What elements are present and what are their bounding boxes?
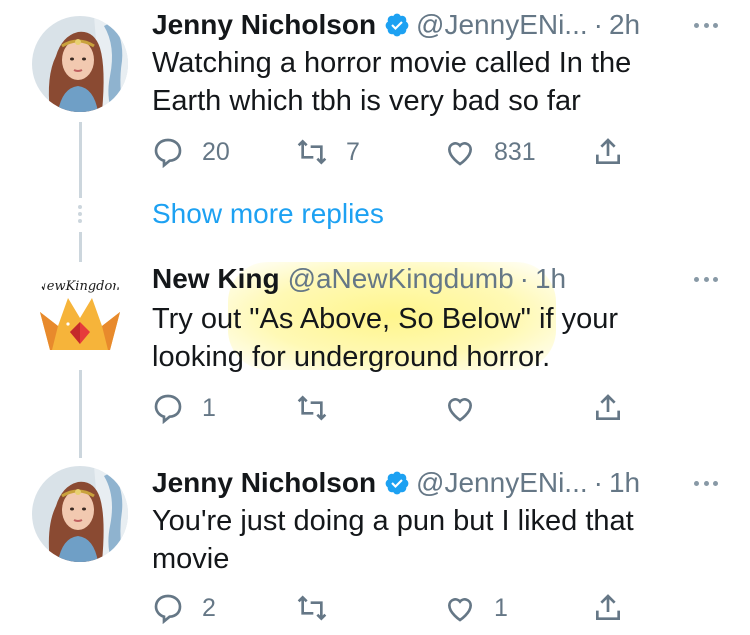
reply-count: 1 — [202, 393, 216, 422]
heart-icon — [447, 142, 473, 166]
retweet-button[interactable]: 7 — [296, 134, 360, 170]
separator: · — [593, 467, 603, 498]
separator: · — [593, 9, 603, 40]
tweet-text-line: You're just doing a pun but I liked that — [152, 505, 634, 537]
more-icon[interactable] — [694, 466, 718, 500]
reply-icon — [154, 594, 182, 624]
share-icon — [596, 138, 620, 164]
avatar[interactable] — [32, 16, 128, 112]
handle[interactable]: @aNewKingdumb — [288, 262, 514, 296]
like-button[interactable]: 1 — [444, 590, 508, 626]
reply-count: 20 — [202, 137, 230, 166]
like-count: 1 — [494, 593, 508, 622]
separator: · — [519, 263, 529, 294]
show-more-replies-link[interactable]: Show more replies — [152, 198, 384, 230]
reply-button[interactable]: 1 — [152, 390, 216, 426]
reply-icon — [154, 138, 182, 168]
like-count: 831 — [494, 137, 536, 166]
handle[interactable]: @JennyENi... — [416, 466, 588, 500]
tweet-header: Jenny Nicholson @JennyENi... · 1h — [152, 466, 640, 500]
like-button[interactable] — [444, 390, 494, 426]
thread-line-middle — [79, 232, 82, 262]
avatar[interactable]: NewKingdom — [32, 268, 128, 364]
tweet-actions: 2 1 — [152, 590, 632, 626]
tweet-text-line: movie — [152, 543, 230, 575]
retweet-button[interactable] — [296, 590, 346, 626]
timestamp[interactable]: 1h — [609, 466, 640, 500]
more-icon[interactable] — [694, 8, 718, 42]
display-name[interactable]: Jenny Nicholson — [152, 466, 376, 500]
tweet-header: Jenny Nicholson @JennyENi... · 2h — [152, 8, 640, 42]
tweet-actions: 1 — [152, 390, 632, 426]
share-button[interactable] — [592, 590, 624, 626]
timestamp[interactable]: 2h — [609, 8, 640, 42]
avatar-wordmark: NewKingdom — [34, 279, 124, 294]
reply-button[interactable]: 2 — [152, 590, 216, 626]
display-name[interactable]: New King — [152, 262, 280, 296]
retweet-count: 7 — [346, 137, 360, 166]
reply-button[interactable]: 20 — [152, 134, 230, 170]
more-icon[interactable] — [694, 262, 718, 296]
verified-badge-icon — [385, 471, 409, 495]
tweet-text: You're just doing a pun but I liked that… — [152, 502, 712, 578]
tweet-text: Try out "As Above, So Below" if your loo… — [152, 300, 712, 376]
thread-gap-dots — [78, 205, 82, 226]
handle[interactable]: @JennyENi... — [416, 8, 588, 42]
retweet-icon — [297, 139, 327, 165]
share-button[interactable] — [592, 390, 624, 426]
heart-icon — [447, 398, 473, 422]
tweet-header: New King @aNewKingdumb · 1h — [152, 262, 566, 296]
tweet-text: Watching a horror movie called In the Ea… — [152, 44, 712, 120]
tweet-actions: 20 7 831 — [152, 134, 632, 170]
share-icon — [596, 394, 620, 420]
tweet-text-line: Earth which tbh is very bad so far — [152, 85, 581, 117]
timestamp[interactable]: 1h — [535, 262, 566, 296]
tweet-text-line: Watching a horror movie called In the — [152, 47, 632, 79]
retweet-icon — [297, 395, 327, 421]
share-button[interactable] — [592, 134, 624, 170]
retweet-icon — [297, 595, 327, 621]
avatar[interactable] — [32, 466, 128, 562]
thread-line-bottom — [79, 370, 82, 458]
share-icon — [596, 594, 620, 620]
reply-count: 2 — [202, 593, 216, 622]
reply-icon — [154, 394, 182, 424]
tweet-text-line: Try out "As Above, So Below" if your — [152, 303, 618, 335]
heart-icon — [447, 598, 473, 622]
tweet-text-line: looking for underground horror. — [152, 341, 551, 373]
display-name[interactable]: Jenny Nicholson — [152, 8, 376, 42]
retweet-button[interactable] — [296, 390, 346, 426]
like-button[interactable]: 831 — [444, 134, 536, 170]
verified-badge-icon — [385, 13, 409, 37]
thread-line-top — [79, 122, 82, 198]
